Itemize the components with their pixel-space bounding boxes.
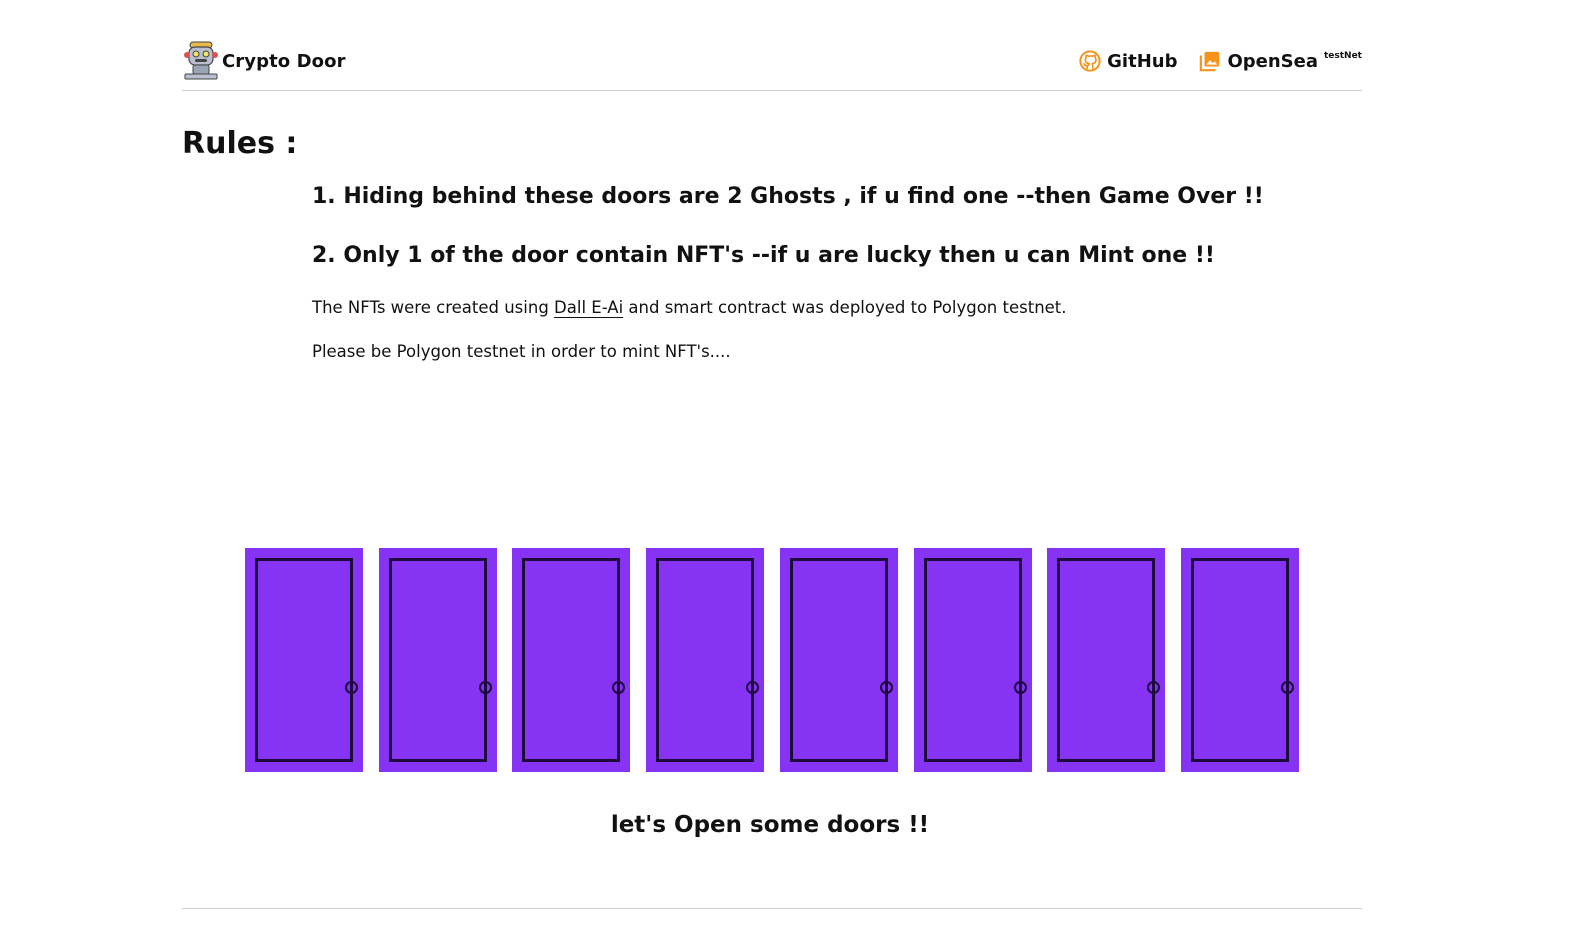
door-panel [1057,558,1161,762]
robot-logo-icon [184,41,218,80]
rule-item-1: 1. Hiding behind these doors are 2 Ghost… [312,184,1264,209]
nft-info-text-before: The NFTs were created using [312,298,555,317]
image-gallery-icon [1200,51,1220,72]
door-3[interactable] [512,548,631,772]
door-7[interactable] [1047,548,1166,772]
door-5[interactable] [779,548,898,772]
door-panel [255,558,358,762]
page: Crypto Door GitHub OpenSea testNet Rules… [0,0,1596,926]
github-icon [1079,50,1101,72]
testnet-badge: testNet [1323,51,1362,61]
nft-info-paragraph: The NFTs were created using Dall E-Ai an… [312,298,1067,317]
nav-opensea-link[interactable]: OpenSea testNet [1199,50,1362,72]
door-2[interactable] [378,548,497,772]
door-panel [388,558,492,762]
nav-github-link[interactable]: GitHub [1079,50,1177,72]
door-panel [1190,558,1294,762]
door-knob-icon [478,681,492,694]
doors-row [245,548,1299,772]
rules-title: Rules : [182,126,298,161]
open-doors-heading: let's Open some doors !! [610,812,930,838]
door-knob-icon [345,681,358,694]
door-knob-icon [1013,681,1027,694]
door-knob-icon [746,681,760,694]
door-8[interactable] [1180,548,1299,772]
door-knob-icon [879,681,893,694]
door-knob-icon [1280,681,1294,694]
header: Crypto Door GitHub OpenSea testNet [182,40,1362,91]
door-panel [789,558,893,762]
dall-e-link[interactable]: Dall E-Ai [554,298,623,317]
nav-opensea-label: OpenSea [1227,50,1318,72]
network-notice: Please be Polygon testnet in order to mi… [312,342,731,361]
door-panel [923,558,1027,762]
door-panel [522,558,626,762]
brand-name: Crypto Door [222,50,346,72]
nft-info-text-after: and smart contract was deployed to Polyg… [623,298,1067,317]
door-1[interactable] [245,548,363,772]
door-knob-icon [1147,681,1161,694]
top-nav: GitHub OpenSea testNet [1079,50,1362,72]
rule-item-2: 2. Only 1 of the door contain NFT's --if… [312,243,1215,268]
footer-divider [182,908,1362,909]
nav-github-label: GitHub [1107,50,1178,72]
door-6[interactable] [913,548,1032,772]
door-4[interactable] [646,548,765,772]
brand-link[interactable]: Crypto Door [182,40,346,82]
door-panel [656,558,760,762]
door-knob-icon [612,681,626,694]
